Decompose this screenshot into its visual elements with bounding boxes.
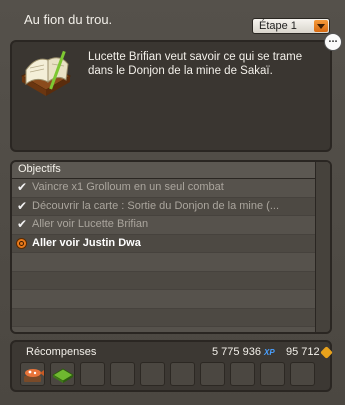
scroll-icon bbox=[52, 368, 74, 383]
reward-slot-empty[interactable] bbox=[260, 362, 285, 386]
empty-row bbox=[12, 290, 315, 309]
quest-description: Lucette Brifian veut savoir ce qui se tr… bbox=[88, 51, 303, 77]
reward-slot-2[interactable] bbox=[50, 362, 75, 386]
objective-text: Vaincre x1 Grolloum en un seul combat bbox=[32, 181, 224, 193]
empty-row bbox=[12, 327, 315, 332]
reward-slot-empty[interactable] bbox=[110, 362, 135, 386]
quest-panel: Au fion du trou. Étape 1 Lucette Brifian… bbox=[0, 0, 345, 405]
quest-header: Au fion du trou. Étape 1 bbox=[0, 6, 345, 36]
reward-slot-empty[interactable] bbox=[200, 362, 225, 386]
reward-slot-empty[interactable] bbox=[140, 362, 165, 386]
objective-row[interactable]: ✔ Découvrir la carte : Sortie du Donjon … bbox=[12, 197, 315, 216]
xp-icon: XP bbox=[264, 348, 275, 357]
objectives-header: Objectifs bbox=[12, 162, 330, 179]
chat-bubble-icon[interactable]: ... bbox=[324, 33, 342, 51]
objective-text: Aller voir Lucette Brifian bbox=[32, 218, 149, 230]
check-icon: ✔ bbox=[17, 217, 28, 231]
xp-value: 5 775 936 bbox=[212, 346, 261, 358]
chevron-down-icon bbox=[314, 20, 328, 32]
objective-text: Découvrir la carte : Sortie du Donjon de… bbox=[32, 199, 280, 212]
objectives-list: ✔ Vaincre x1 Grolloum en un seul combat … bbox=[12, 179, 315, 332]
objectives-box: Objectifs ✔ Vaincre x1 Grolloum en un se… bbox=[10, 160, 332, 334]
rewards-title: Récompenses bbox=[26, 346, 97, 358]
check-icon: ✔ bbox=[17, 198, 28, 213]
quest-description-box: Lucette Brifian veut savoir ce qui se tr… bbox=[10, 40, 332, 152]
reward-slot-empty[interactable] bbox=[230, 362, 255, 386]
empty-row bbox=[12, 271, 315, 290]
objective-row[interactable]: ✔ Vaincre x1 Grolloum en un seul combat bbox=[12, 179, 315, 198]
reward-slot-empty[interactable] bbox=[80, 362, 105, 386]
empty-row bbox=[12, 308, 315, 327]
step-dropdown[interactable]: Étape 1 bbox=[252, 18, 330, 34]
objectives-title: Objectifs bbox=[18, 163, 61, 175]
book-icon bbox=[20, 50, 72, 96]
target-icon[interactable] bbox=[16, 237, 27, 249]
reward-slot-empty[interactable] bbox=[170, 362, 195, 386]
objective-row[interactable]: ✔ Aller voir Lucette Brifian bbox=[12, 216, 315, 235]
quest-title: Au fion du trou. bbox=[24, 12, 113, 27]
reward-slots bbox=[20, 362, 315, 386]
kamas-icon bbox=[320, 346, 333, 359]
reward-slot-empty[interactable] bbox=[290, 362, 315, 386]
fish-icon bbox=[24, 369, 44, 382]
objective-row-active[interactable]: Aller voir Justin Dwa bbox=[12, 234, 315, 253]
empty-row bbox=[12, 253, 315, 272]
check-icon: ✔ bbox=[17, 180, 28, 194]
step-dropdown-label: Étape 1 bbox=[259, 20, 297, 32]
kamas-value: 95 712 bbox=[286, 346, 320, 358]
rewards-box: Récompenses 5 775 936 XP 95 712 bbox=[10, 340, 333, 392]
reward-slot-1[interactable] bbox=[20, 362, 45, 386]
objective-text: Aller voir Justin Dwa bbox=[32, 236, 141, 249]
objectives-scrollbar[interactable] bbox=[315, 162, 330, 332]
